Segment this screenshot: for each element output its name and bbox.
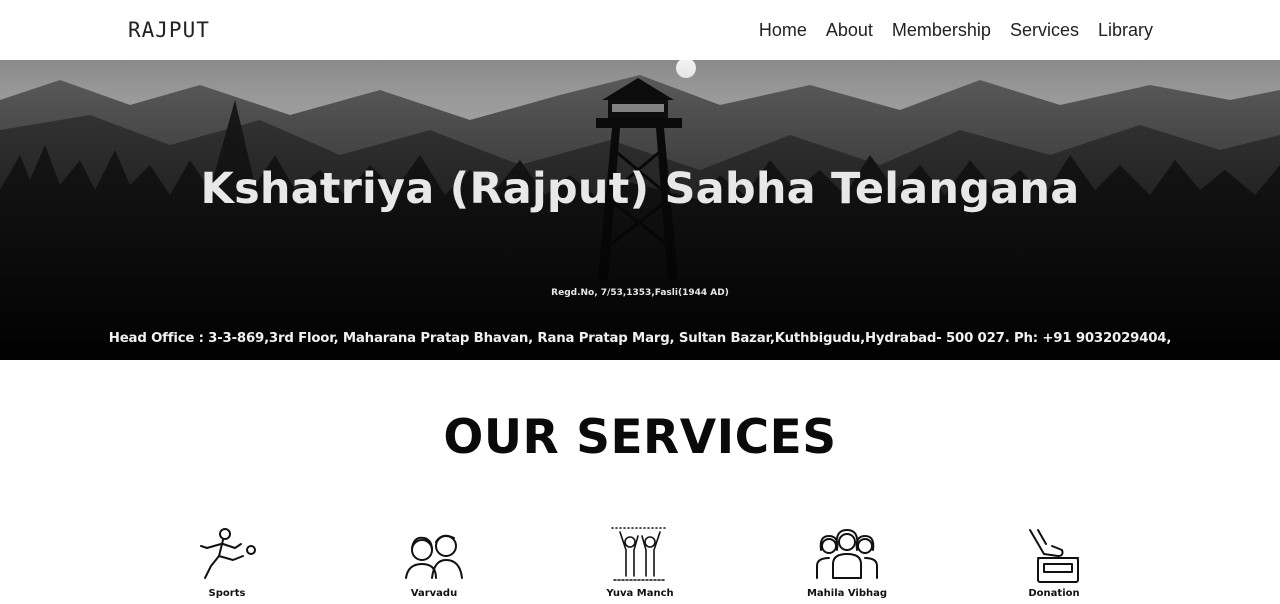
women-group-icon xyxy=(816,529,878,579)
hero-banner: Kshatriya (Rajput) Sabha Telangana Regd.… xyxy=(0,60,1280,360)
navbar: RAJPUT Home About Membership Services Li… xyxy=(0,0,1280,60)
main-nav: Home About Membership Services Library xyxy=(759,20,1153,41)
service-label-varvadu: Varvadu xyxy=(410,588,458,599)
nav-link-library[interactable]: Library xyxy=(1098,20,1153,41)
service-label-yuva-manch: Yuva Manch xyxy=(606,588,674,599)
service-label-donation: Donation xyxy=(1028,588,1080,599)
brand-logo[interactable]: RAJPUT xyxy=(128,18,210,42)
service-varvadu[interactable]: Varvadu xyxy=(374,526,494,599)
registration-number: Regd.No, 7/53,1353,Fasli(1944 AD) xyxy=(551,288,729,298)
service-label-mahila-vibhag: Mahila Vibhag xyxy=(806,588,888,599)
nav-link-home[interactable]: Home xyxy=(759,20,807,41)
service-label-sports: Sports xyxy=(208,588,246,599)
service-sports[interactable]: Sports xyxy=(167,526,287,599)
sports-icon xyxy=(200,528,256,579)
nav-link-membership[interactable]: Membership xyxy=(892,20,991,41)
nav-link-services[interactable]: Services xyxy=(1010,20,1079,41)
service-donation[interactable]: Donation xyxy=(994,526,1114,599)
nav-link-about[interactable]: About xyxy=(826,20,873,41)
services-heading: OUR SERVICES xyxy=(443,410,837,465)
youth-icon xyxy=(611,527,669,581)
head-office-address: Head Office : 3-3-869,3rd Floor, Maharan… xyxy=(108,331,1172,346)
donation-icon xyxy=(1029,529,1079,583)
hero-title: Kshatriya (Rajput) Sabha Telangana xyxy=(200,164,1080,214)
service-yuva-manch[interactable]: Yuva Manch xyxy=(580,526,700,599)
couple-icon xyxy=(405,534,463,579)
service-mahila-vibhag[interactable]: Mahila Vibhag xyxy=(787,526,907,599)
